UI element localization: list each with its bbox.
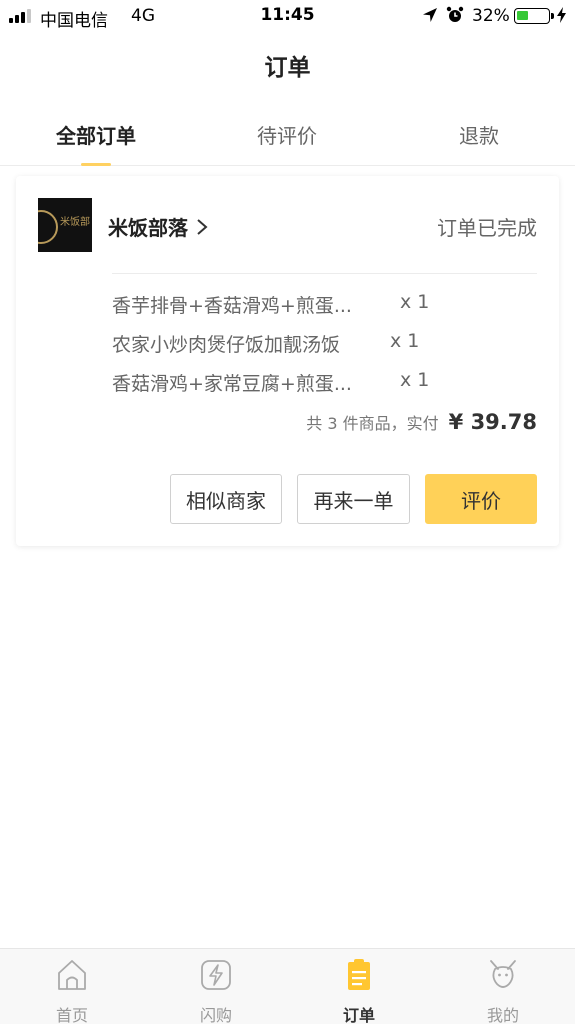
item-qty: x 1 (400, 369, 430, 391)
tab-all-orders[interactable]: 全部订单 (16, 120, 176, 149)
tabbar-label: 首页 (55, 1006, 88, 1024)
list-item: 香菇滑鸡+家常豆腐+煎蛋... x 1 (112, 369, 442, 408)
summary-label: 共 3 件商品，实付 (306, 414, 439, 433)
alarm-icon (446, 6, 464, 22)
divider (112, 273, 537, 274)
tabbar-item-orders[interactable]: 订单 (287, 949, 431, 1024)
home-icon (58, 960, 86, 990)
tab-refund[interactable]: 退款 (399, 120, 559, 149)
status-bar: 中国电信 4G 11:45 32% (0, 0, 575, 34)
profile-icon (490, 960, 516, 988)
item-name: 香菇滑鸡+家常豆腐+煎蛋... (112, 373, 352, 395)
shop-name: 米饭部落 (108, 216, 188, 240)
similar-shops-button[interactable]: 相似商家 (170, 474, 282, 524)
chevron-right-icon (197, 218, 208, 235)
tabbar-item-home[interactable]: 首页 (0, 949, 144, 1024)
shop-logo[interactable]: 米饭部 (38, 198, 92, 252)
shop-logo-text: 米饭部 (60, 217, 90, 228)
item-list: 香芋排骨+香菇滑鸡+煎蛋... x 1 农家小炒肉煲仔饭加靓汤饭 x 1 香菇滑… (112, 291, 442, 408)
list-item: 香芋排骨+香菇滑鸡+煎蛋... x 1 (112, 291, 442, 330)
tabbar-item-flash[interactable]: 闪购 (144, 949, 288, 1024)
tabbar-label: 订单 (342, 1006, 375, 1024)
tabbar-label: 闪购 (199, 1006, 232, 1024)
order-status: 订单已完成 (437, 216, 537, 240)
shop-link[interactable]: 米饭部落 (108, 212, 208, 241)
tabbar-item-mine[interactable]: 我的 (431, 949, 575, 1024)
orders-icon (348, 959, 370, 990)
tab-pending-review[interactable]: 待评价 (207, 120, 367, 149)
item-qty: x 1 (390, 330, 420, 352)
order-tabs: 全部订单 待评价 退款 (0, 100, 575, 166)
flash-icon (201, 960, 231, 990)
order-card[interactable]: 米饭部 米饭部落 订单已完成 香芋排骨+香菇滑鸡+煎蛋... x 1 农家小炒肉… (16, 176, 559, 546)
item-name: 农家小炒肉煲仔饭加靓汤饭 (112, 334, 341, 356)
order-summary: 共 3 件商品，实付 ¥ 39.78 (306, 410, 537, 434)
review-button[interactable]: 评价 (425, 474, 537, 524)
charging-icon (557, 7, 566, 23)
tabbar-label: 我的 (486, 1006, 519, 1024)
reorder-button[interactable]: 再来一单 (297, 474, 410, 524)
bottom-tab-bar: 首页 闪购 订单 我的 (0, 948, 575, 1024)
list-item: 农家小炒肉煲仔饭加靓汤饭 x 1 (112, 330, 442, 369)
page-title: 订单 (264, 55, 311, 81)
location-icon (423, 8, 437, 22)
item-qty: x 1 (400, 291, 430, 313)
battery-icon (514, 8, 554, 24)
item-name: 香芋排骨+香菇滑鸡+煎蛋... (112, 295, 352, 317)
active-tab-indicator (81, 163, 111, 166)
total-price: ¥ 39.78 (448, 410, 537, 434)
battery-percentage: 32% (472, 6, 510, 26)
